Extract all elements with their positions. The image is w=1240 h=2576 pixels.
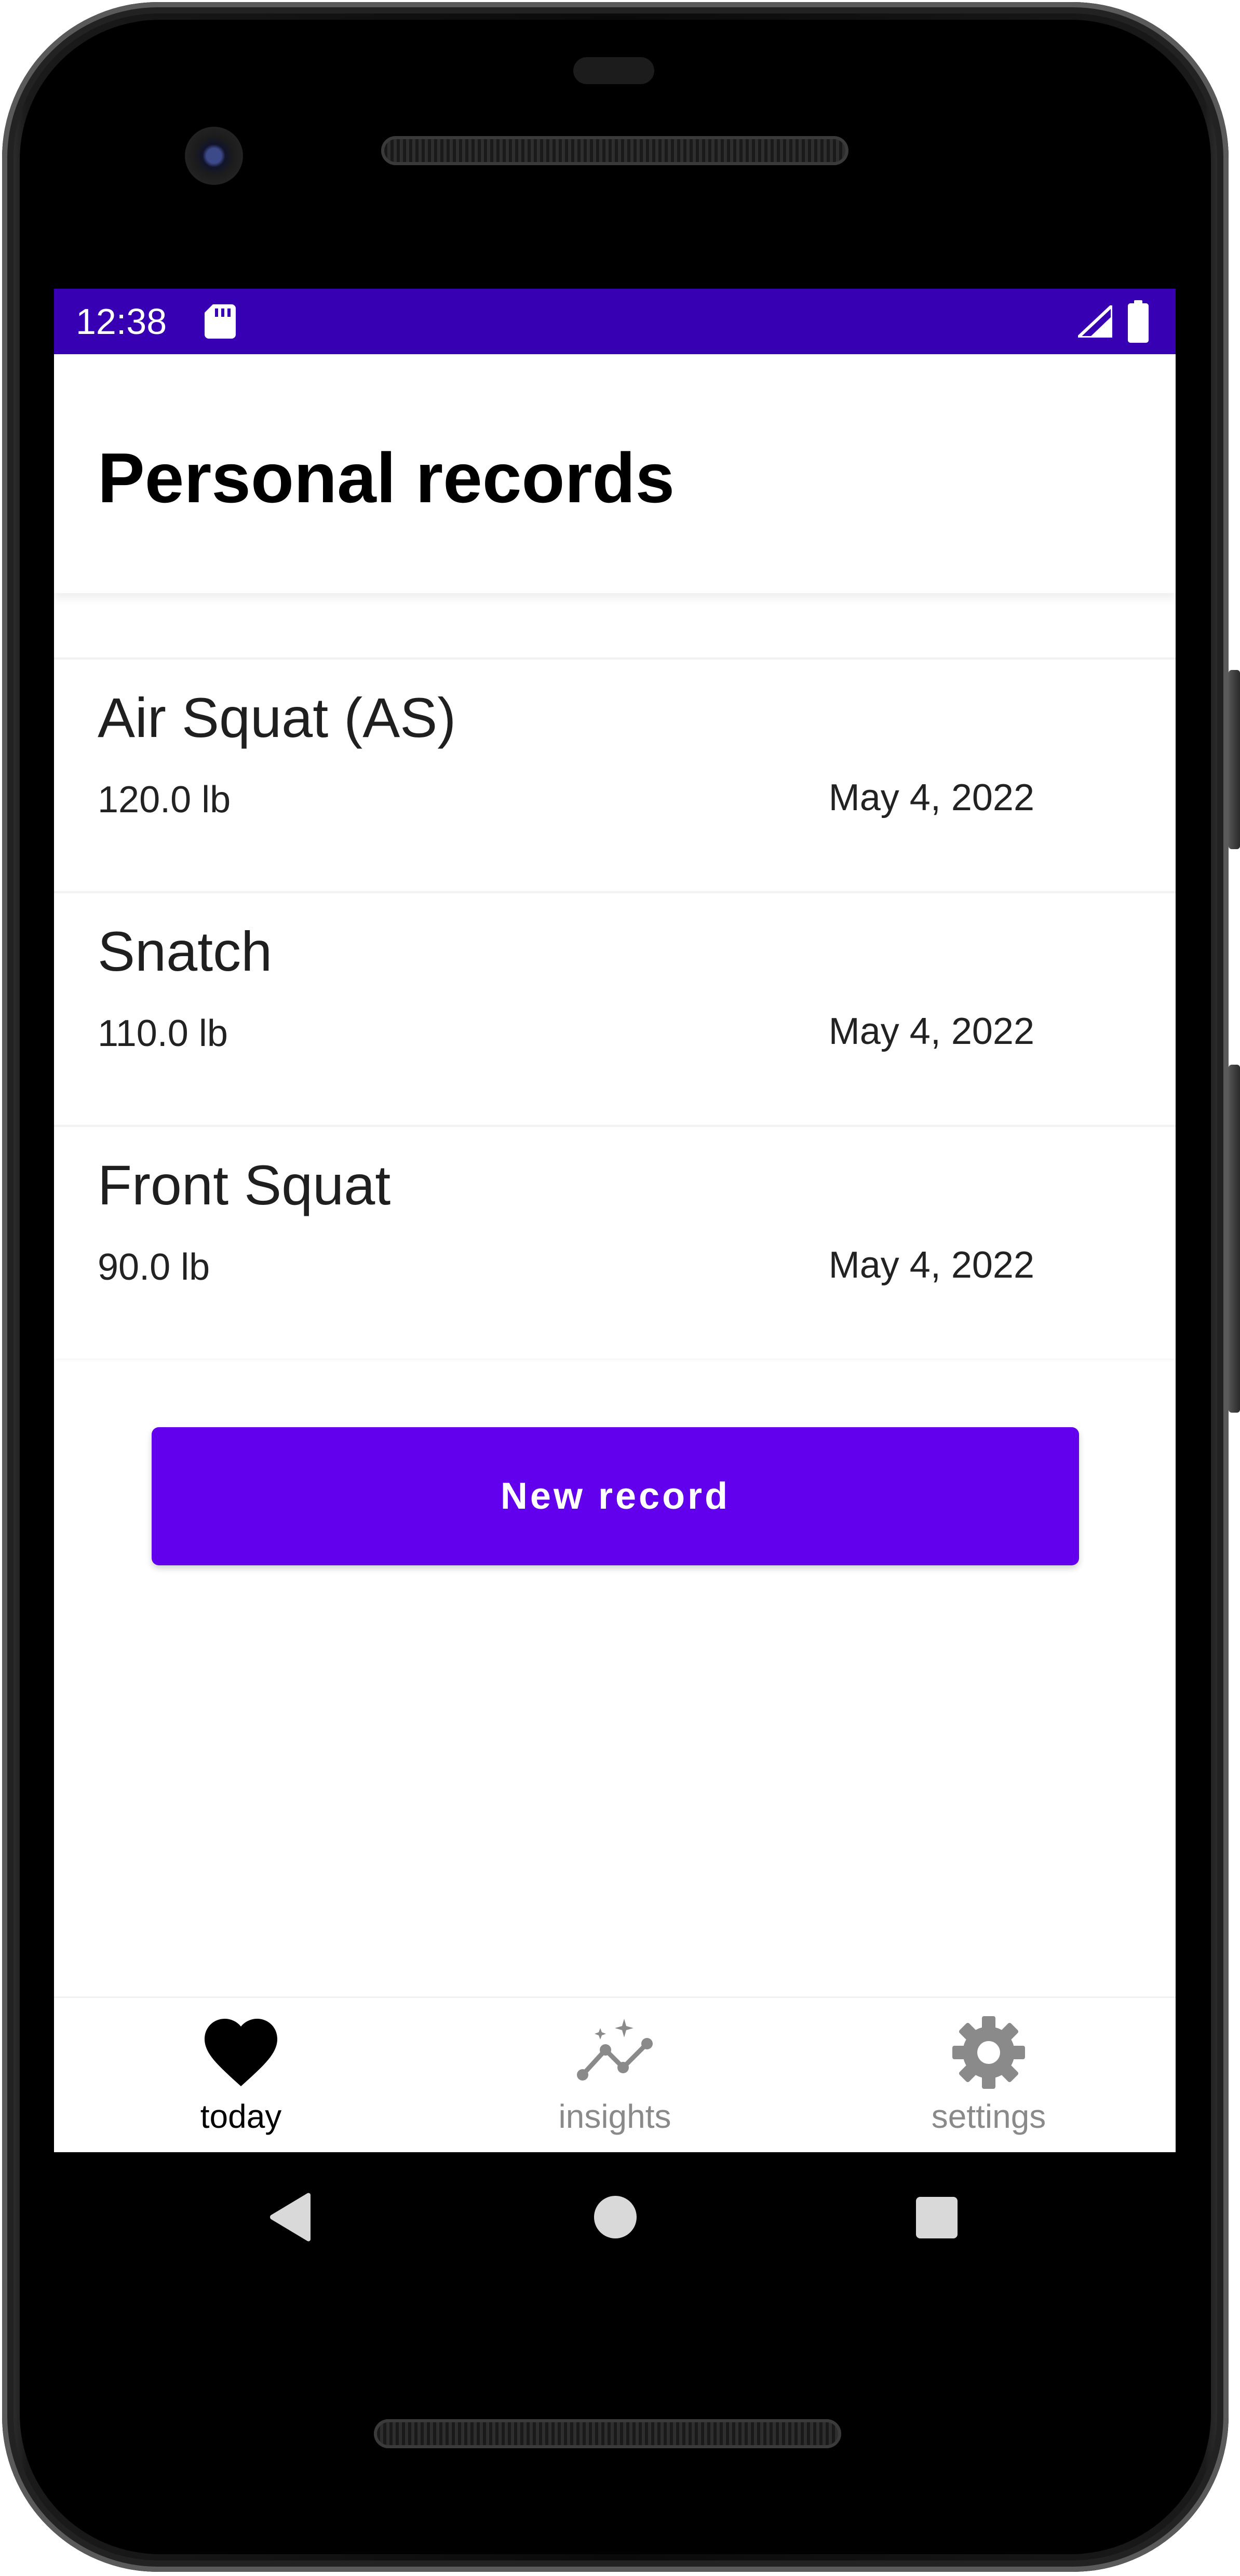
record-list: Air Squat (AS) 120.0 lb May 4, 2022 Snat… xyxy=(54,658,1176,1359)
record-date: May 4, 2022 xyxy=(828,777,1034,819)
status-time: 12:38 xyxy=(76,301,167,342)
app-bar: Personal records xyxy=(54,354,1176,593)
earpiece-speaker xyxy=(381,136,848,165)
insights-chart-icon xyxy=(577,2019,653,2081)
nav-label-today: today xyxy=(200,2098,282,2135)
new-record-button[interactable]: New record xyxy=(152,1427,1079,1565)
proximity-sensor xyxy=(573,57,654,84)
record-date: May 4, 2022 xyxy=(828,1244,1034,1286)
nav-item-insights[interactable]: insights xyxy=(428,1998,802,2152)
volume-button xyxy=(1229,1065,1240,1413)
record-name: Air Squat (AS) xyxy=(98,686,456,749)
front-camera-icon xyxy=(185,127,243,185)
device-frame: 12:38 Personal records Air Squat (AS) 12… xyxy=(0,0,1240,2576)
heart-icon xyxy=(205,2019,277,2086)
bottom-navigation: today insights settings xyxy=(54,1996,1176,2152)
record-name: Front Squat xyxy=(98,1153,391,1216)
page-title: Personal records xyxy=(98,438,675,517)
status-bar: 12:38 xyxy=(54,289,1176,354)
record-name: Snatch xyxy=(98,920,273,983)
record-weight: 90.0 lb xyxy=(98,1246,210,1288)
record-card[interactable]: Air Squat (AS) 120.0 lb May 4, 2022 xyxy=(54,658,1176,891)
signal-icon xyxy=(1078,305,1112,338)
record-card[interactable]: Snatch 110.0 lb May 4, 2022 xyxy=(54,891,1176,1125)
record-weight: 120.0 lb xyxy=(98,779,231,821)
sd-card-icon xyxy=(205,304,236,339)
record-weight: 110.0 lb xyxy=(98,1013,228,1054)
battery-icon xyxy=(1128,300,1149,343)
home-icon[interactable] xyxy=(594,2196,637,2238)
recents-icon[interactable] xyxy=(916,2197,958,2238)
app-screen: 12:38 Personal records Air Squat (AS) 12… xyxy=(54,289,1176,2152)
nav-item-settings[interactable]: settings xyxy=(802,1998,1176,2152)
nav-item-today[interactable]: today xyxy=(54,1998,428,2152)
record-date: May 4, 2022 xyxy=(828,1011,1034,1052)
bottom-speaker xyxy=(374,2419,841,2448)
record-card[interactable]: Front Squat 90.0 lb May 4, 2022 xyxy=(54,1125,1176,1359)
system-navigation-bar xyxy=(54,2152,1176,2282)
nav-label-insights: insights xyxy=(558,2098,671,2135)
nav-label-settings: settings xyxy=(931,2098,1046,2135)
power-button xyxy=(1229,670,1240,849)
back-icon[interactable] xyxy=(267,2192,314,2243)
gear-icon xyxy=(952,2016,1025,2089)
